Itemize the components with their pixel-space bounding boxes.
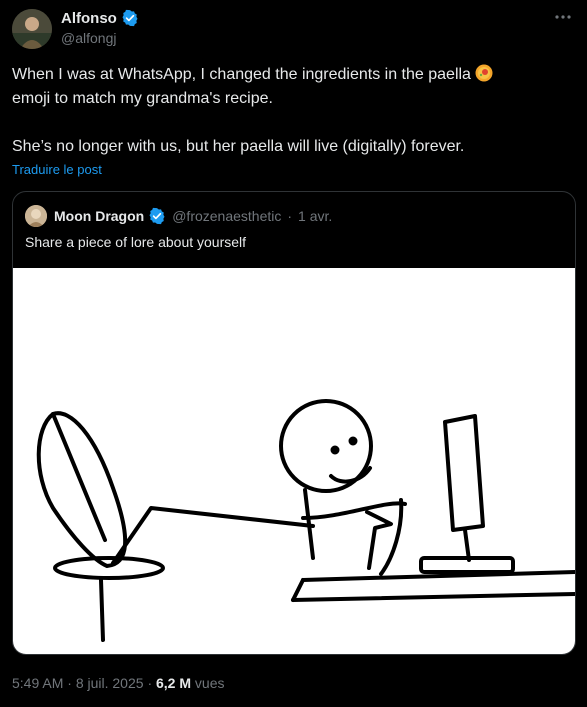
author-avatar[interactable]: [12, 9, 52, 49]
quoted-image[interactable]: [13, 268, 575, 654]
views-label: vues: [194, 675, 225, 691]
quoted-separator: ·: [287, 208, 293, 224]
views-count: 6,2 M: [156, 675, 192, 691]
meta-separator: ·: [147, 675, 153, 691]
translate-post-link[interactable]: Traduire le post: [12, 162, 102, 177]
quoted-author-name[interactable]: Moon Dragon: [54, 208, 144, 224]
quoted-text: Share a piece of lore about yourself: [25, 234, 247, 250]
quoted-post-header: Moon Dragon @frozenaesthetic · 1 avr.: [25, 205, 332, 227]
quoted-author-handle[interactable]: @frozenaesthetic: [172, 208, 281, 224]
quoted-author-avatar[interactable]: [25, 205, 47, 227]
verified-badge-icon: [121, 9, 139, 27]
tweet-paragraph-2: She’s no longer with us, but her paella …: [12, 138, 465, 155]
ellipsis-icon[interactable]: [553, 10, 573, 24]
post-metadata: 5:49 AM · 8 juil. 2025 · 6,2 M vues: [12, 675, 224, 691]
paella-emoji-icon: [475, 64, 493, 82]
post-date[interactable]: 8 juil. 2025: [76, 675, 144, 691]
tweet-text: When I was at WhatsApp, I changed the in…: [12, 63, 572, 159]
verified-badge-icon: [148, 207, 166, 225]
post-time[interactable]: 5:49 AM: [12, 675, 63, 691]
author-block: Alfonso @alfongj: [61, 9, 139, 46]
author-handle[interactable]: @alfongj: [61, 30, 139, 46]
meta-separator: ·: [67, 675, 72, 691]
tweet-line-1: When I was at WhatsApp, I changed the in…: [12, 66, 471, 83]
author-name[interactable]: Alfonso: [61, 10, 117, 27]
quoted-post[interactable]: Moon Dragon @frozenaesthetic · 1 avr. Sh…: [12, 191, 576, 655]
tweet-line-2: emoji to match my grandma's recipe.: [12, 90, 273, 107]
quoted-date[interactable]: 1 avr.: [298, 208, 332, 224]
